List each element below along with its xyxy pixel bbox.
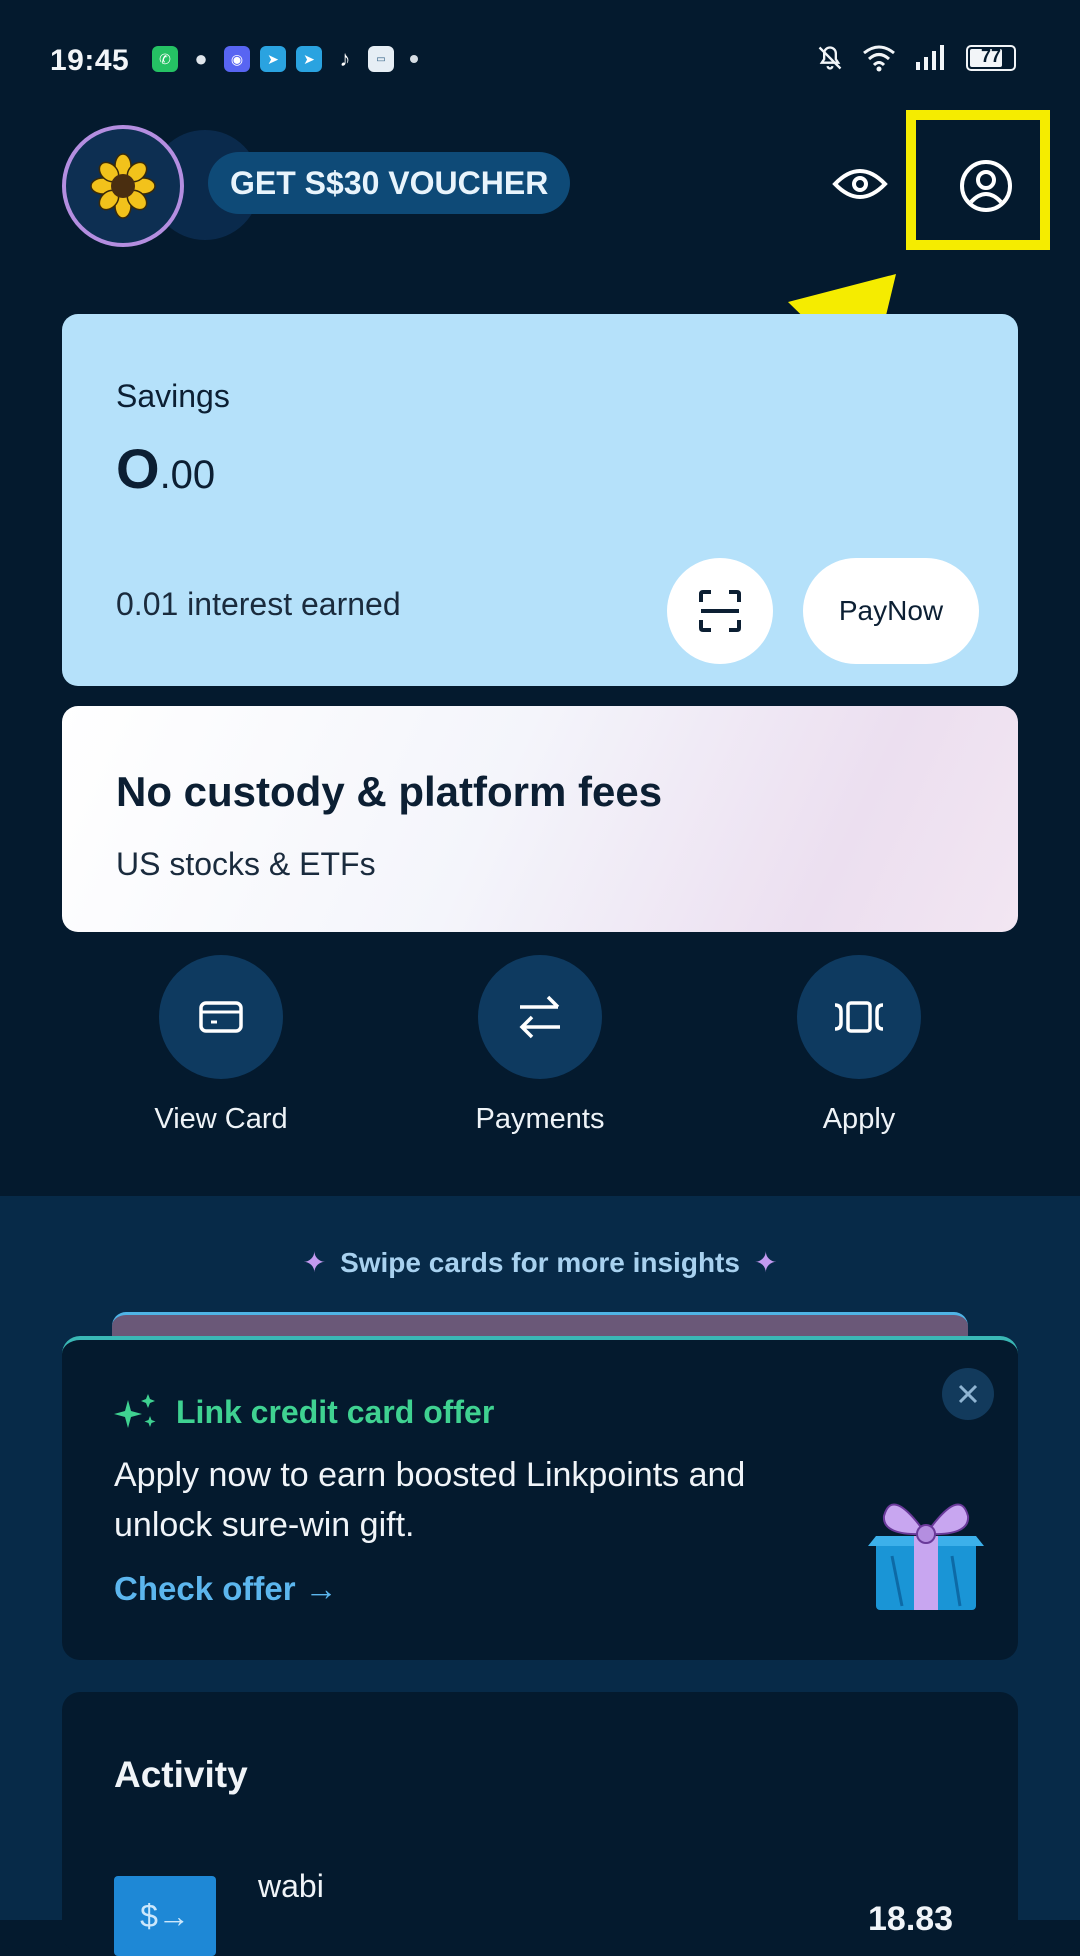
hide-balance-button[interactable] bbox=[828, 158, 892, 210]
offer-card[interactable]: Link credit card offer Apply now to earn… bbox=[62, 1336, 1018, 1660]
system-icons: 77 bbox=[816, 44, 1016, 72]
sparkles-icon bbox=[114, 1394, 156, 1428]
payments-button[interactable] bbox=[478, 955, 602, 1079]
promo-subtitle: US stocks & ETFs bbox=[116, 846, 376, 882]
apply-action[interactable]: Apply bbox=[759, 955, 959, 1136]
app-icon: ▭ bbox=[368, 46, 394, 72]
message-icon: ● bbox=[194, 46, 208, 71]
savings-balance: O.00 bbox=[116, 436, 215, 501]
swipe-hint: ✦ Swipe cards for more insights ✦ bbox=[0, 1246, 1080, 1279]
notification-icons: ✆ ● ◉ ➤ ➤ ♪ ▭ bbox=[152, 46, 418, 72]
promo-card[interactable]: No custody & platform fees US stocks & E… bbox=[62, 706, 1018, 932]
wifi-icon bbox=[863, 45, 895, 72]
offer-title-row: Link credit card offer bbox=[114, 1392, 494, 1432]
apply-label: Apply bbox=[822, 1103, 896, 1135]
card-icon bbox=[199, 1001, 243, 1033]
transaction-name[interactable]: wabi bbox=[258, 1868, 324, 1905]
savings-label: Savings bbox=[116, 378, 230, 414]
avatar[interactable] bbox=[62, 125, 184, 247]
voucher-button[interactable]: GET S$30 VOUCHER bbox=[208, 152, 571, 214]
activity-title: Activity bbox=[114, 1754, 248, 1795]
promo-title: No custody & platform fees bbox=[116, 768, 663, 815]
payments-label: Payments bbox=[475, 1103, 605, 1135]
telegram-icon: ➤ bbox=[260, 46, 286, 72]
swipe-hint-text: Swipe cards for more insights bbox=[340, 1247, 740, 1278]
check-offer-link[interactable]: Check offer → bbox=[114, 1570, 338, 1608]
sparkle-icon: ✦ bbox=[302, 1247, 327, 1278]
eye-icon bbox=[832, 169, 888, 199]
transfer-arrows-icon bbox=[519, 995, 560, 1039]
mute-icon bbox=[818, 46, 842, 70]
tiktok-icon: ♪ bbox=[339, 46, 351, 71]
whatsapp-icon: ✆ bbox=[152, 46, 178, 72]
savings-card[interactable]: Savings O.00 0.01 interest earned PayNow bbox=[62, 314, 1018, 686]
balance-decimal: .00 bbox=[159, 453, 216, 497]
apply-button[interactable] bbox=[797, 955, 921, 1079]
paynow-button[interactable]: PayNow bbox=[803, 558, 979, 664]
more-notifications-dot bbox=[410, 55, 418, 63]
payments-action[interactable]: Payments bbox=[440, 955, 640, 1136]
close-icon bbox=[958, 1384, 978, 1404]
battery-icon: 77 bbox=[966, 45, 1016, 71]
status-time: 19:45 bbox=[50, 44, 130, 77]
view-card-action[interactable]: View Card bbox=[121, 955, 321, 1136]
offer-title: Link credit card offer bbox=[176, 1393, 495, 1430]
close-offer-button[interactable] bbox=[942, 1368, 994, 1420]
check-offer-label: Check offer bbox=[114, 1570, 296, 1607]
view-card-label: View Card bbox=[154, 1103, 288, 1135]
sparkle-icon: ✦ bbox=[753, 1247, 778, 1278]
gift-icon bbox=[868, 1503, 984, 1610]
activity-card: Activity $→ wabi 18.83 bbox=[62, 1692, 1018, 1956]
scan-button[interactable] bbox=[667, 558, 773, 664]
highlight-box bbox=[906, 110, 1050, 250]
arrow-right-icon: → bbox=[304, 1570, 338, 1607]
scan-icon bbox=[699, 590, 741, 632]
battery-level: 77 bbox=[980, 46, 1002, 66]
cards-stack-icon bbox=[834, 1001, 884, 1033]
telegram-icon: ➤ bbox=[296, 46, 322, 72]
offer-description: Apply now to earn boosted Linkpoints and… bbox=[114, 1456, 746, 1544]
balance-whole: O bbox=[116, 437, 160, 500]
transfer-icon: $→ bbox=[114, 1876, 216, 1956]
discord-icon: ◉ bbox=[224, 46, 250, 72]
view-card-button[interactable] bbox=[159, 955, 283, 1079]
signal-icon bbox=[916, 45, 944, 70]
sunflower-icon bbox=[90, 153, 156, 219]
interest-earned: 0.01 interest earned bbox=[116, 586, 401, 622]
